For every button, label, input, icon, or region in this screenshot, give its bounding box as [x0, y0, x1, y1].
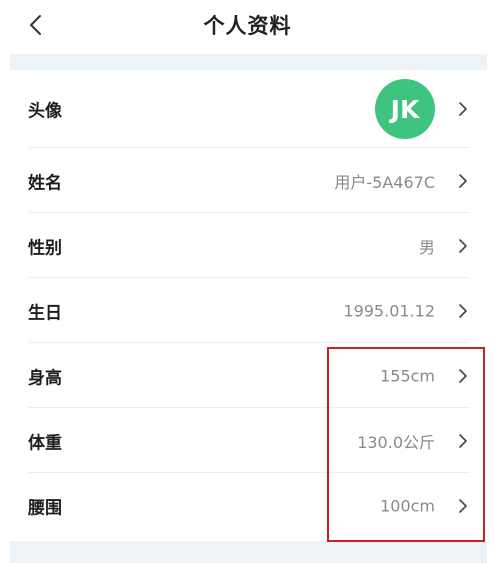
header-bar: 个人资料	[0, 0, 495, 50]
row-birthday-label: 生日	[28, 303, 62, 323]
chevron-right-icon	[457, 367, 469, 385]
row-waist[interactable]: 腰围 100cm	[10, 473, 487, 538]
row-birthday[interactable]: 生日 1995.01.12	[10, 278, 487, 343]
page-title: 个人资料	[203, 14, 292, 38]
row-gender-label: 性别	[28, 238, 62, 258]
row-gender-value: 男	[418, 237, 435, 257]
chevron-right-icon	[457, 497, 469, 515]
chevron-right-icon	[457, 432, 469, 450]
row-name[interactable]: 姓名 用户-5A467C	[10, 148, 487, 213]
chevron-right-icon	[457, 302, 469, 320]
row-name-label: 姓名	[28, 173, 62, 193]
section-divider-bottom	[10, 541, 487, 563]
row-weight-value: 130.0公斤	[357, 432, 435, 452]
chevron-right-icon	[457, 237, 469, 255]
avatar: JK	[375, 79, 435, 139]
row-weight[interactable]: 体重 130.0公斤	[10, 408, 487, 473]
chevron-right-icon	[457, 100, 469, 118]
row-birthday-value: 1995.01.12	[343, 301, 435, 320]
row-height-label: 身高	[28, 368, 62, 388]
row-avatar-label: 头像	[28, 101, 62, 122]
row-waist-value: 100cm	[380, 496, 435, 515]
row-weight-label: 体重	[28, 433, 62, 453]
row-avatar[interactable]: 头像 JK	[10, 70, 487, 148]
row-height-value: 155cm	[380, 366, 435, 385]
chevron-right-icon	[457, 172, 469, 190]
row-waist-label: 腰围	[28, 498, 62, 518]
row-gender[interactable]: 性别 男	[10, 213, 487, 278]
row-height[interactable]: 身高 155cm	[10, 343, 487, 408]
profile-list: 头像 JK 姓名 用户-5A467C 性别 男 生日 1995.01.12 身高…	[10, 70, 487, 538]
profile-page: 个人资料 头像 JK 姓名 用户-5A467C 性别 男 生日 1995.01.…	[0, 0, 495, 563]
section-divider-top	[10, 54, 487, 70]
row-name-value: 用户-5A467C	[334, 172, 435, 192]
